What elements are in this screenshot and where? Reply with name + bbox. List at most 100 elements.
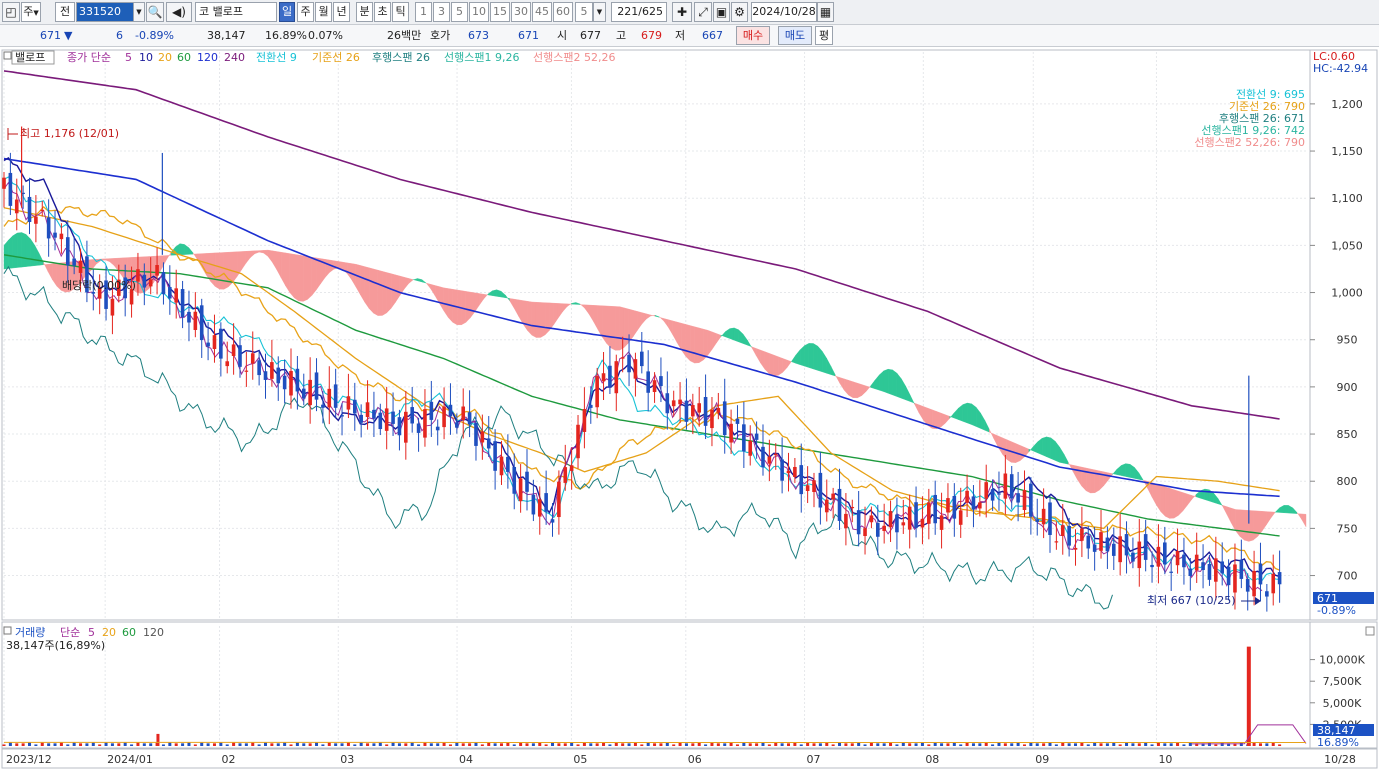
step-3-button[interactable]: 3 (433, 2, 450, 22)
volume-bar (72, 742, 76, 746)
cloud-segment (624, 307, 629, 348)
volume-bar (908, 743, 912, 746)
cloud-segment (733, 327, 739, 343)
step-30-button[interactable]: 30 (511, 2, 531, 22)
volume-bar (448, 744, 452, 746)
code-dropdown-icon[interactable]: ▼ (133, 2, 145, 22)
period-yearly-button[interactable]: 년 (333, 2, 350, 22)
volume-bar (1271, 742, 1275, 746)
cloud-segment (302, 255, 308, 302)
buy-button[interactable]: 매수 (736, 26, 770, 45)
volume-bar (825, 742, 829, 746)
market-select[interactable]: 주▼ (21, 2, 41, 22)
candle-body (308, 379, 312, 406)
cloud-segment (179, 243, 185, 256)
save-icon[interactable]: ▣ (713, 2, 730, 22)
period-monthly-button[interactable]: 월 (315, 2, 332, 22)
period-tick-button[interactable]: 틱 (392, 2, 409, 22)
volume-bar (225, 744, 229, 746)
period-weekly-button[interactable]: 주 (297, 2, 314, 22)
candle-body (429, 401, 434, 420)
candle-body (404, 411, 408, 443)
candle-body (1067, 525, 1071, 546)
volume-bar (665, 742, 669, 746)
cloud-segment (1239, 509, 1245, 541)
candle-body (627, 354, 631, 373)
avg-price-button[interactable]: 평 (815, 26, 833, 45)
stock-name-field[interactable]: 코 밸로프 (195, 2, 277, 22)
candle-body (250, 353, 255, 364)
candle-body (697, 403, 702, 413)
candle-body (927, 502, 931, 524)
volume-bar (85, 743, 89, 746)
candle-body (939, 515, 944, 530)
step-45-button[interactable]: 45 (532, 2, 552, 22)
volume-bar (1080, 742, 1084, 746)
legend-ma10: 10 (139, 51, 153, 64)
volume-bar (417, 744, 421, 746)
volume-bar (678, 742, 682, 746)
step-value-field[interactable]: 5 (575, 2, 593, 22)
prev-item-button[interactable]: 전 (55, 2, 75, 22)
candle-body (958, 510, 963, 525)
chart-settings-icon[interactable]: ◰ (2, 2, 20, 22)
current-price-tag-pct: -0.89% (1317, 604, 1356, 617)
candle-body (206, 342, 210, 347)
step-10-button[interactable]: 10 (469, 2, 489, 22)
volume-bar (608, 744, 612, 746)
step-60-button[interactable]: 60 (553, 2, 573, 22)
volume-ratio: 0.07% (308, 29, 343, 42)
calendar-icon[interactable]: ▦ (817, 2, 834, 22)
data-count-field[interactable]: 221/625 (611, 2, 667, 22)
price-tick-label: 1,100 (1331, 192, 1363, 205)
crosshair-icon[interactable]: ✚ (672, 2, 692, 22)
date-field[interactable]: 2024/10/28 (751, 2, 817, 22)
sound-icon[interactable]: ◀) (166, 2, 192, 22)
step-5-button[interactable]: 5 (451, 2, 468, 22)
volume-bar (1214, 744, 1218, 746)
candle-body (601, 373, 606, 382)
candle-body (455, 422, 459, 428)
period-minute-button[interactable]: 분 (356, 2, 373, 22)
stock-code-input[interactable]: 331520 (76, 2, 134, 22)
price-chart[interactable]: 1,200 1,150 1,100 1,050 1,000 950 900 850 800 750… (0, 48, 1379, 769)
volume-panel-close-icon[interactable] (1365, 626, 1375, 636)
candle-body (512, 466, 517, 494)
legend-ma20: 20 (158, 51, 172, 64)
volume-bar (91, 742, 95, 746)
step-15-button[interactable]: 15 (490, 2, 510, 22)
candle-body (914, 502, 918, 528)
sell-button[interactable]: 매도 (778, 26, 812, 45)
candle-body (199, 305, 204, 341)
period-second-button[interactable]: 초 (374, 2, 391, 22)
price-tick-label: 1,150 (1331, 145, 1363, 158)
draw-tool-icon[interactable]: ⤢ (694, 2, 712, 22)
volume-bar (780, 743, 784, 746)
candle-body (531, 494, 536, 515)
candle-body (327, 388, 332, 408)
candle-body (321, 404, 325, 408)
candle-body (219, 328, 223, 359)
candle-body (46, 217, 51, 239)
search-icon[interactable]: 🔍 (146, 2, 164, 22)
legend-kijun: 기준선 26 (312, 51, 360, 64)
candle-body (1048, 502, 1052, 535)
candle-body (467, 412, 472, 425)
candle-body (1022, 490, 1027, 511)
cloud-segment (294, 254, 299, 302)
volume-tick-label: 7,500K (1323, 675, 1362, 688)
step-dropdown-icon[interactable]: ▼ (593, 2, 606, 22)
candle-body (423, 409, 427, 438)
period-daily-button[interactable]: 일 (279, 2, 295, 22)
cloud-segment (8, 235, 13, 269)
gear-icon[interactable]: ⚙ (731, 2, 748, 22)
candle-body (333, 384, 338, 408)
volume-bar (525, 743, 529, 746)
cloud-segment (298, 254, 304, 302)
candle-body (155, 265, 159, 276)
candle-body (1118, 536, 1122, 563)
step-1-button[interactable]: 1 (415, 2, 432, 22)
volume-bar (901, 742, 905, 746)
candle-body (831, 493, 835, 500)
volume-bar (742, 742, 746, 746)
